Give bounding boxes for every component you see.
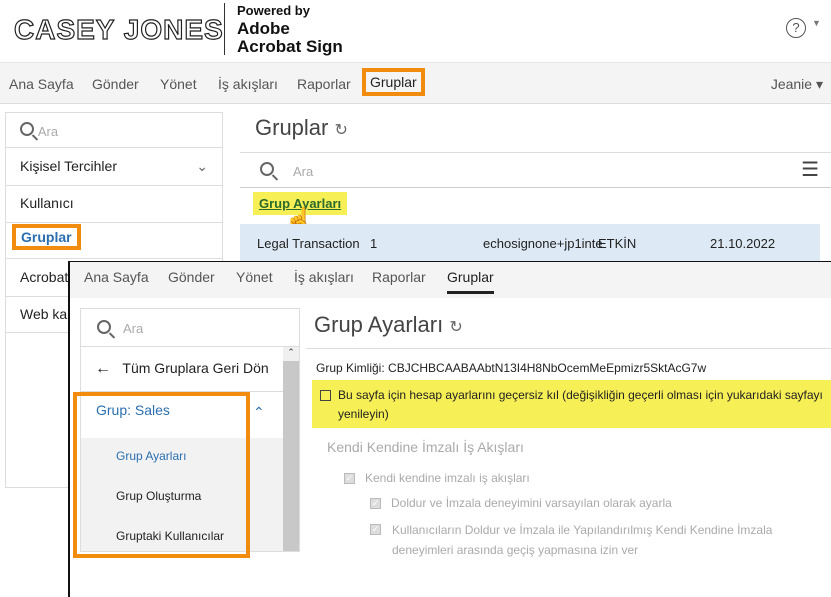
group-id-label: Grup Kimliği:: [316, 361, 385, 375]
back-label: Tüm Gruplara Geri Dön: [122, 360, 269, 376]
search-icon: [97, 320, 111, 334]
option-fill-sign-default[interactable]: ✓ Doldur ve İmzala deneyimini varsayılan …: [370, 496, 672, 510]
menu-icon[interactable]: ☰: [801, 157, 819, 182]
nav-manage[interactable]: Yönet: [236, 269, 273, 285]
page-title: Gruplar ↻: [255, 115, 348, 141]
refresh-icon[interactable]: ↻: [334, 122, 347, 139]
override-checkbox[interactable]: [320, 390, 331, 401]
nav-reports[interactable]: Raporlar: [372, 269, 426, 285]
scroll-up-icon[interactable]: ⌃: [283, 347, 299, 361]
table-row[interactable]: Legal Transaction 1 echosignone+jp1inte …: [240, 224, 820, 262]
settings-title: Grup Ayarları ↻: [314, 312, 463, 338]
group-email: echosignone+jp1inte: [483, 236, 603, 251]
highlight-box: [73, 392, 250, 558]
search-input[interactable]: Ara: [38, 124, 58, 139]
title-text: Gruplar: [255, 115, 329, 140]
item-label: Kişisel Tercihler: [20, 158, 117, 174]
groups-search-input[interactable]: Ara: [293, 164, 313, 179]
nav-manage[interactable]: Yönet: [160, 76, 197, 92]
group-settings-overlay: Ana Sayfa Gönder Yönet İş akışları Rapor…: [68, 261, 831, 597]
nav-home[interactable]: Ana Sayfa: [9, 76, 74, 92]
nav-reports[interactable]: Raporlar: [297, 76, 351, 92]
option-label: Doldur ve İmzala deneyimini varsayılan o…: [391, 496, 672, 510]
nav-send[interactable]: Gönder: [168, 269, 215, 285]
sidebar-search[interactable]: Ara: [81, 309, 299, 347]
checkbox-checked-icon[interactable]: ✓: [370, 524, 381, 535]
chevron-down-icon[interactable]: ▼: [812, 18, 821, 28]
override-label: Bu sayfa için hesap ayarlarını geçersiz …: [338, 388, 823, 421]
brand-acrobat-sign: Acrobat Sign: [237, 37, 343, 56]
group-count: 1: [370, 236, 378, 251]
group-id-value: CBJCHBCAABAAbtN13I4H8NbOcemMeEpmizr5SktA…: [388, 361, 707, 375]
left-item-user[interactable]: Kullanıcı: [6, 186, 222, 223]
chevron-up-icon: ⌃: [253, 404, 265, 420]
nav-send[interactable]: Gönder: [92, 76, 139, 92]
arrow-left-icon: ←: [95, 360, 111, 377]
groups-search: Ara ☰: [240, 152, 831, 188]
nav-groups[interactable]: Gruplar: [362, 68, 425, 96]
group-name: Legal Transaction: [257, 236, 360, 251]
chevron-down-icon: ⌄: [196, 158, 208, 174]
left-item-groups[interactable]: Gruplar: [6, 223, 222, 259]
divider: [306, 348, 831, 349]
group-status: ETKİN: [598, 236, 637, 251]
powered-by: Powered by Adobe Acrobat Sign: [237, 2, 343, 56]
item-label: Gruplar: [12, 224, 81, 250]
nav-groups[interactable]: Gruplar: [447, 269, 494, 294]
override-row[interactable]: Bu sayfa için hesap ayarlarını geçersiz …: [312, 380, 831, 428]
search-icon: [20, 122, 34, 136]
left-search[interactable]: Ara: [6, 113, 222, 148]
section-heading: Kendi Kendine İmzalı İş Akışları: [327, 439, 524, 455]
user-name: Jeanie: [770, 76, 813, 92]
sidebar-search-input[interactable]: Ara: [123, 321, 143, 336]
group-id: Grup Kimliği: CBJCHBCAABAAbtN13I4H8NbOce…: [316, 361, 706, 375]
top-nav: Ana Sayfa Gönder Yönet İş akışları Rapor…: [0, 62, 831, 104]
refresh-icon[interactable]: ↻: [449, 319, 462, 336]
group-date: 21.10.2022: [710, 236, 776, 251]
nav-home[interactable]: Ana Sayfa: [84, 269, 149, 285]
checkbox-checked-icon[interactable]: ✓: [344, 473, 355, 485]
checkbox-checked-icon[interactable]: ✓: [370, 498, 381, 510]
nav-workflows[interactable]: İş akışları: [294, 269, 354, 285]
option-label: Kendi kendine imzalı iş akışları: [365, 471, 530, 485]
scrollbar[interactable]: ⌃: [283, 347, 299, 551]
nav-workflows[interactable]: İş akışları: [218, 76, 278, 92]
left-item-preferences[interactable]: Kişisel Tercihler ⌄: [6, 148, 222, 186]
brand-adobe: Adobe: [237, 19, 290, 38]
back-to-all-groups[interactable]: ← Tüm Gruplara Geri Dön: [81, 347, 283, 392]
help-icon[interactable]: ?: [786, 18, 806, 38]
option-label: Kullanıcıların Doldur ve İmzala ile Yapı…: [392, 523, 773, 557]
powered-by-text: Powered by: [237, 3, 310, 18]
divider: [224, 3, 225, 55]
option-self-signed[interactable]: ✓ Kendi kendine imzalı iş akışları: [344, 471, 530, 485]
user-menu[interactable]: Jeanie ▾: [771, 76, 823, 93]
option-allow-switch[interactable]: ✓ Kullanıcıların Doldur ve İmzala ile Yap…: [370, 520, 831, 560]
search-icon: [260, 162, 274, 176]
overlay-nav: Ana Sayfa Gönder Yönet İş akışları Rapor…: [70, 262, 831, 298]
title-text: Grup Ayarları: [314, 312, 444, 337]
casey-jones-logo: CASEY JONES: [13, 13, 224, 45]
